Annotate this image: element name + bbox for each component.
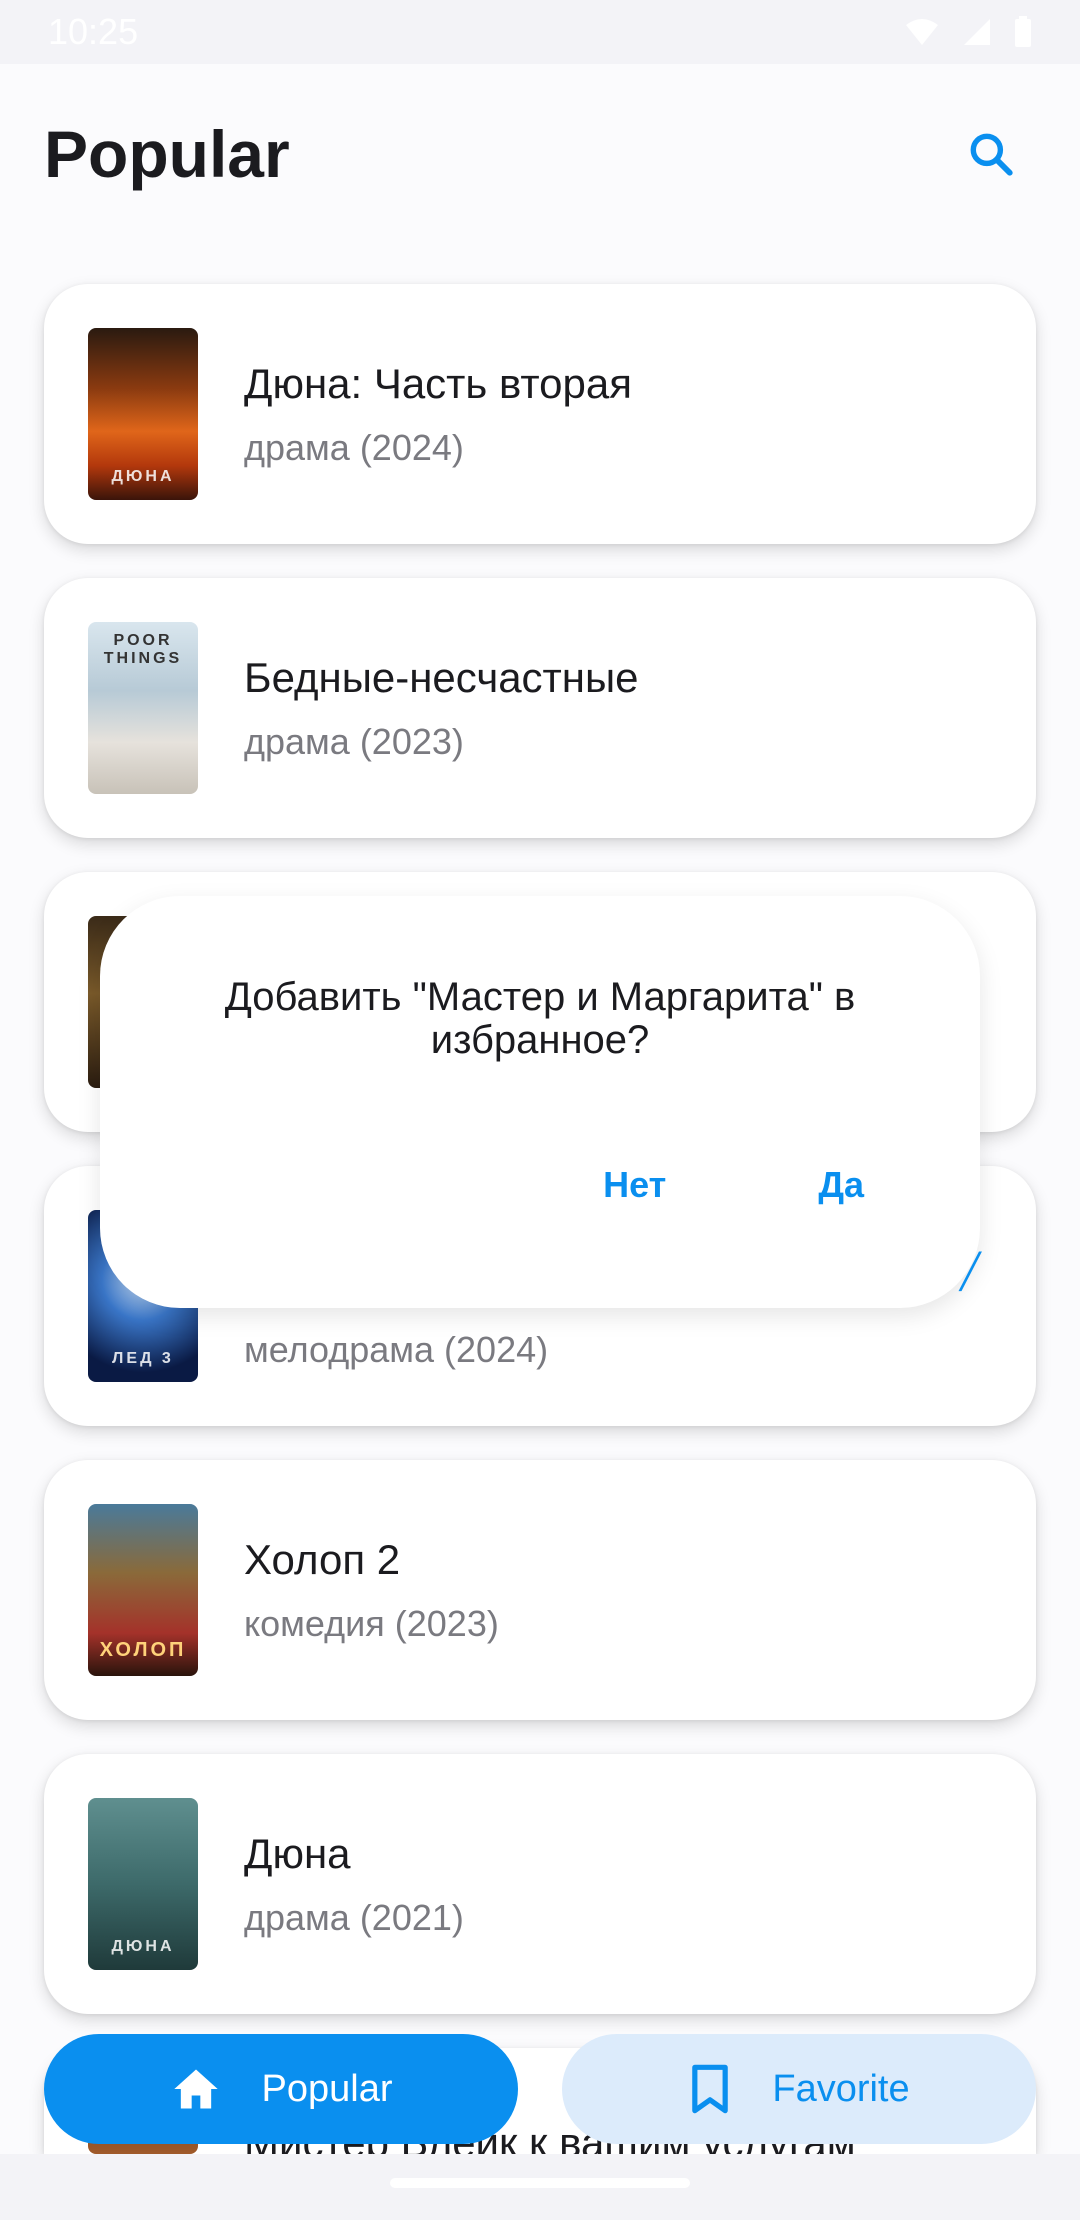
app-header: Popular xyxy=(0,64,1080,244)
battery-icon xyxy=(1015,16,1031,47)
poster-text: ДЮНА xyxy=(111,468,175,485)
movie-card[interactable]: ХОЛОП Холоп 2 комедия (2023) xyxy=(44,1460,1036,1720)
nav-favorite-tab[interactable]: Favorite xyxy=(562,2034,1036,2144)
nav-popular-label: Popular xyxy=(261,2067,393,2110)
movie-genre: драма (2023) xyxy=(244,721,464,763)
page-title: Popular xyxy=(44,117,290,191)
status-icons xyxy=(904,16,1032,48)
movie-info: Бедные-несчастные драма (2023) xyxy=(244,653,639,763)
favorite-icon[interactable]: ╱ xyxy=(960,1252,980,1292)
status-bar: 10:25 xyxy=(0,0,1080,64)
movie-title: Дюна xyxy=(244,1829,351,1877)
movie-genre: драма (2021) xyxy=(244,1897,464,1939)
poster-text: ДЮНА xyxy=(111,1938,175,1955)
movie-title: Дюна: Часть вторая xyxy=(244,359,632,407)
dialog-no-button[interactable]: Нет xyxy=(587,1158,682,1212)
movie-title: Холоп 2 xyxy=(244,1535,401,1583)
status-time: 10:25 xyxy=(48,11,139,52)
home-indicator[interactable] xyxy=(390,2178,690,2188)
dialog-message: Добавить "Мастер и Маргарита" в избранно… xyxy=(224,975,856,1063)
movie-poster: ХОЛОП xyxy=(88,1504,198,1676)
movie-genre: мелодрама (2024) xyxy=(244,1329,549,1370)
movie-card[interactable]: ДЮНА Дюна драма (2021) xyxy=(44,1754,1036,2014)
movie-genre: комедия (2023) xyxy=(244,1603,499,1645)
movie-poster: ДЮНА xyxy=(88,1798,198,1970)
wifi-icon xyxy=(906,19,938,45)
dialog-yes-button[interactable]: Да xyxy=(802,1158,880,1212)
movie-poster: ДЮНА xyxy=(88,328,198,500)
nav-popular-tab[interactable]: Popular xyxy=(44,2034,518,2144)
dialog-actions: Нет Да xyxy=(587,1158,880,1212)
poster-text: ХОЛОП xyxy=(99,1639,187,1661)
movie-info: мелодрама (2024) xyxy=(244,1311,548,1371)
search-icon xyxy=(970,133,1013,176)
movie-card[interactable]: ДЮНА Дюна: Часть вторая драма (2024) xyxy=(44,284,1036,544)
bookmark-icon xyxy=(692,2064,729,2114)
movie-info: Дюна: Часть вторая драма (2024) xyxy=(244,359,632,469)
movie-genre: драма (2024) xyxy=(244,427,464,469)
movie-title: Бедные-несчастные xyxy=(244,653,639,701)
poster-text: ЛЕД 3 xyxy=(112,1350,174,1367)
add-favorite-dialog: Добавить "Мастер и Маргарита" в избранно… xyxy=(100,896,980,1308)
home-icon xyxy=(173,2069,218,2109)
movie-card[interactable]: POOR THINGS Бедные-несчастные драма (202… xyxy=(44,578,1036,838)
cell-signal-icon xyxy=(964,19,990,45)
search-button[interactable] xyxy=(946,109,1036,199)
bottom-navigation: Popular Favorite xyxy=(44,2034,1036,2144)
movie-info: Дюна драма (2021) xyxy=(244,1829,464,1939)
poster-text: POOR THINGS xyxy=(103,632,183,667)
movie-poster: POOR THINGS xyxy=(88,622,198,794)
nav-favorite-label: Favorite xyxy=(772,2067,910,2110)
movie-info: Холоп 2 комедия (2023) xyxy=(244,1535,499,1645)
